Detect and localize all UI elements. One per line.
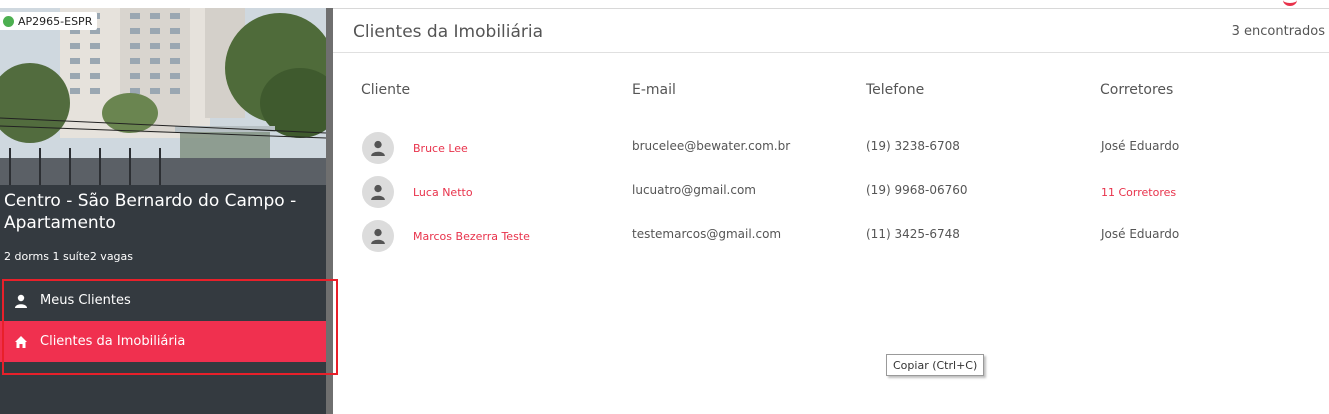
building-illustration xyxy=(0,8,326,185)
user-icon xyxy=(371,140,385,156)
property-ref-code: AP2965-ESPR xyxy=(18,14,93,28)
avatar xyxy=(362,132,394,164)
table-row: Luca Netto lucuatro@gmail.com (19) 9968-… xyxy=(333,170,1329,214)
client-email: testemarcos@gmail.com xyxy=(632,227,782,241)
property-title: Centro - São Bernardo do Campo - Apartam… xyxy=(4,191,297,233)
home-icon xyxy=(15,335,27,348)
nav-item-meus-clientes[interactable]: Meus Clientes xyxy=(0,280,326,321)
nav-item-clientes-imobiliaria[interactable]: Clientes da Imobiliária xyxy=(0,321,326,362)
client-phone: (11) 3425-6748 xyxy=(866,227,960,241)
client-email: lucuatro@gmail.com xyxy=(632,183,756,197)
column-header-corretores: Corretores xyxy=(1100,82,1174,98)
column-header-email: E-mail xyxy=(632,82,676,98)
client-name-link[interactable]: Luca Netto xyxy=(413,186,473,199)
nav-item-label: Meus Clientes xyxy=(40,293,131,308)
user-icon xyxy=(371,184,385,200)
column-header-cliente: Cliente xyxy=(361,82,411,98)
column-header-telefone: Telefone xyxy=(866,82,925,98)
client-name-link[interactable]: Marcos Bezerra Teste xyxy=(413,230,530,243)
status-dot-icon xyxy=(3,15,14,27)
property-features: 2 dorms 1 suíte2 vagas xyxy=(4,250,134,263)
table-row: Marcos Bezerra Teste testemarcos@gmail.c… xyxy=(333,214,1329,258)
client-phone: (19) 3238-6708 xyxy=(866,139,960,153)
copy-tooltip: Copiar (Ctrl+C) xyxy=(886,354,985,376)
user-icon xyxy=(15,294,27,308)
property-ref-badge: AP2965-ESPR xyxy=(0,12,98,30)
top-divider xyxy=(333,8,1329,9)
nav-item-label: Clientes da Imobiliária xyxy=(40,334,186,349)
property-photo[interactable]: AP2965-ESPR xyxy=(0,8,326,185)
user-icon xyxy=(371,228,385,244)
client-name-link[interactable]: Bruce Lee xyxy=(413,142,468,155)
page-title: Clientes da Imobiliária xyxy=(353,22,544,42)
avatar xyxy=(362,220,394,252)
table-row: Bruce Lee brucelee@bewater.com.br (19) 3… xyxy=(333,126,1329,170)
brokers-count-link[interactable]: 11 Corretores xyxy=(1101,186,1176,199)
client-broker: José Eduardo xyxy=(1101,139,1180,153)
results-count: 3 encontrados xyxy=(1231,24,1325,39)
avatar xyxy=(362,176,394,208)
property-sidebar: AP2965-ESPR Centro - São Bernardo do Cam… xyxy=(0,8,326,414)
header-divider xyxy=(333,52,1329,53)
client-broker: José Eduardo xyxy=(1101,227,1180,241)
notification-indicator-icon[interactable] xyxy=(1283,0,1297,6)
client-phone: (19) 9968-06760 xyxy=(866,183,968,197)
sidebar-scrollbar[interactable] xyxy=(326,8,333,414)
client-email: brucelee@bewater.com.br xyxy=(632,139,791,153)
